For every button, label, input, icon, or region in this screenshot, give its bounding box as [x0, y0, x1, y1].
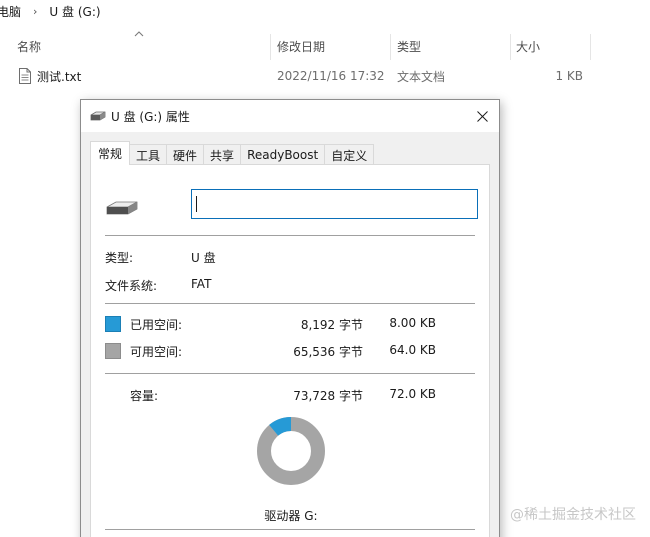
- free-space-size: 64.0 KB: [389, 343, 436, 357]
- divider: [105, 529, 475, 530]
- divider: [105, 235, 475, 236]
- capacity-size: 72.0 KB: [389, 387, 436, 401]
- column-type-header[interactable]: 类型: [397, 32, 421, 60]
- free-space-bytes: 65,536 字节: [293, 345, 363, 359]
- close-button[interactable]: [465, 100, 499, 132]
- free-space-swatch: [105, 343, 121, 359]
- column-name-header[interactable]: 名称: [17, 32, 41, 60]
- column-divider[interactable]: [390, 34, 391, 60]
- used-space-label: 已用空间:: [130, 318, 183, 332]
- column-modified-header[interactable]: 修改日期: [277, 32, 325, 60]
- usb-drive-icon: [106, 201, 138, 215]
- general-tab-panel: 类型: U 盘 文件系统: FAT 已用空间: 8,192 字节 8.00 KB…: [90, 164, 490, 537]
- divider: [105, 303, 475, 304]
- used-space-size: 8.00 KB: [389, 316, 436, 330]
- type-label: 类型:: [105, 251, 134, 265]
- free-space-ring: [257, 417, 325, 485]
- volume-name-input[interactable]: [191, 189, 478, 219]
- file-row[interactable]: 测试.txt 2022/11/16 17:32 文本文档 1 KB: [0, 64, 650, 88]
- usb-drive-icon: [90, 111, 106, 121]
- file-name[interactable]: 测试.txt: [37, 64, 81, 88]
- free-space-label: 可用空间:: [130, 345, 183, 359]
- tab-tools[interactable]: 工具: [129, 144, 168, 165]
- tab-customize[interactable]: 自定义: [324, 144, 375, 165]
- capacity-label: 容量:: [130, 389, 159, 403]
- close-icon: [476, 110, 488, 122]
- type-value: U 盘: [191, 251, 216, 265]
- divider: [105, 373, 475, 374]
- breadcrumb-chevron-icon[interactable]: ›: [33, 5, 37, 18]
- used-space-swatch: [105, 316, 121, 332]
- used-space-arc: [269, 417, 292, 436]
- tab-readyboost[interactable]: ReadyBoost: [240, 144, 326, 165]
- text-file-icon: [18, 64, 32, 88]
- file-type: 文本文档: [397, 69, 446, 84]
- dialog-titlebar[interactable]: U 盘 (G:) 属性: [81, 100, 499, 132]
- dialog-title: U 盘 (G:) 属性: [111, 109, 190, 124]
- watermark: @稀土掘金技术社区: [510, 507, 636, 523]
- column-divider[interactable]: [590, 34, 591, 60]
- tab-strip: 常规 工具 硬件 共享 ReadyBoost 自定义: [90, 141, 375, 165]
- column-divider[interactable]: [270, 34, 271, 60]
- filesystem-label: 文件系统:: [105, 279, 158, 293]
- column-size-header[interactable]: 大小: [516, 32, 540, 60]
- tab-general[interactable]: 常规: [90, 141, 131, 165]
- tab-hardware[interactable]: 硬件: [166, 144, 205, 165]
- column-header-row: 名称 修改日期 类型 大小: [0, 32, 650, 60]
- breadcrumb-item-pc[interactable]: 电脑: [0, 3, 21, 20]
- file-modified: 2022/11/16 17:32: [277, 69, 385, 83]
- file-size: 1 KB: [555, 69, 583, 83]
- usage-donut-chart: [257, 417, 325, 485]
- tab-sharing[interactable]: 共享: [203, 144, 242, 165]
- properties-dialog: U 盘 (G:) 属性 常规 工具 硬件 共享 ReadyBoost 自定义 类…: [80, 99, 500, 537]
- breadcrumb: 电脑 › U 盘 (G:): [0, 0, 101, 22]
- filesystem-value: FAT: [191, 277, 212, 291]
- used-space-bytes: 8,192 字节: [300, 318, 363, 332]
- column-divider[interactable]: [510, 34, 511, 60]
- capacity-bytes: 73,728 字节: [293, 389, 363, 403]
- text-caret: [196, 196, 197, 212]
- breadcrumb-item-drive[interactable]: U 盘 (G:): [49, 3, 100, 20]
- drive-letter-label: 驱动器 G:: [264, 509, 318, 523]
